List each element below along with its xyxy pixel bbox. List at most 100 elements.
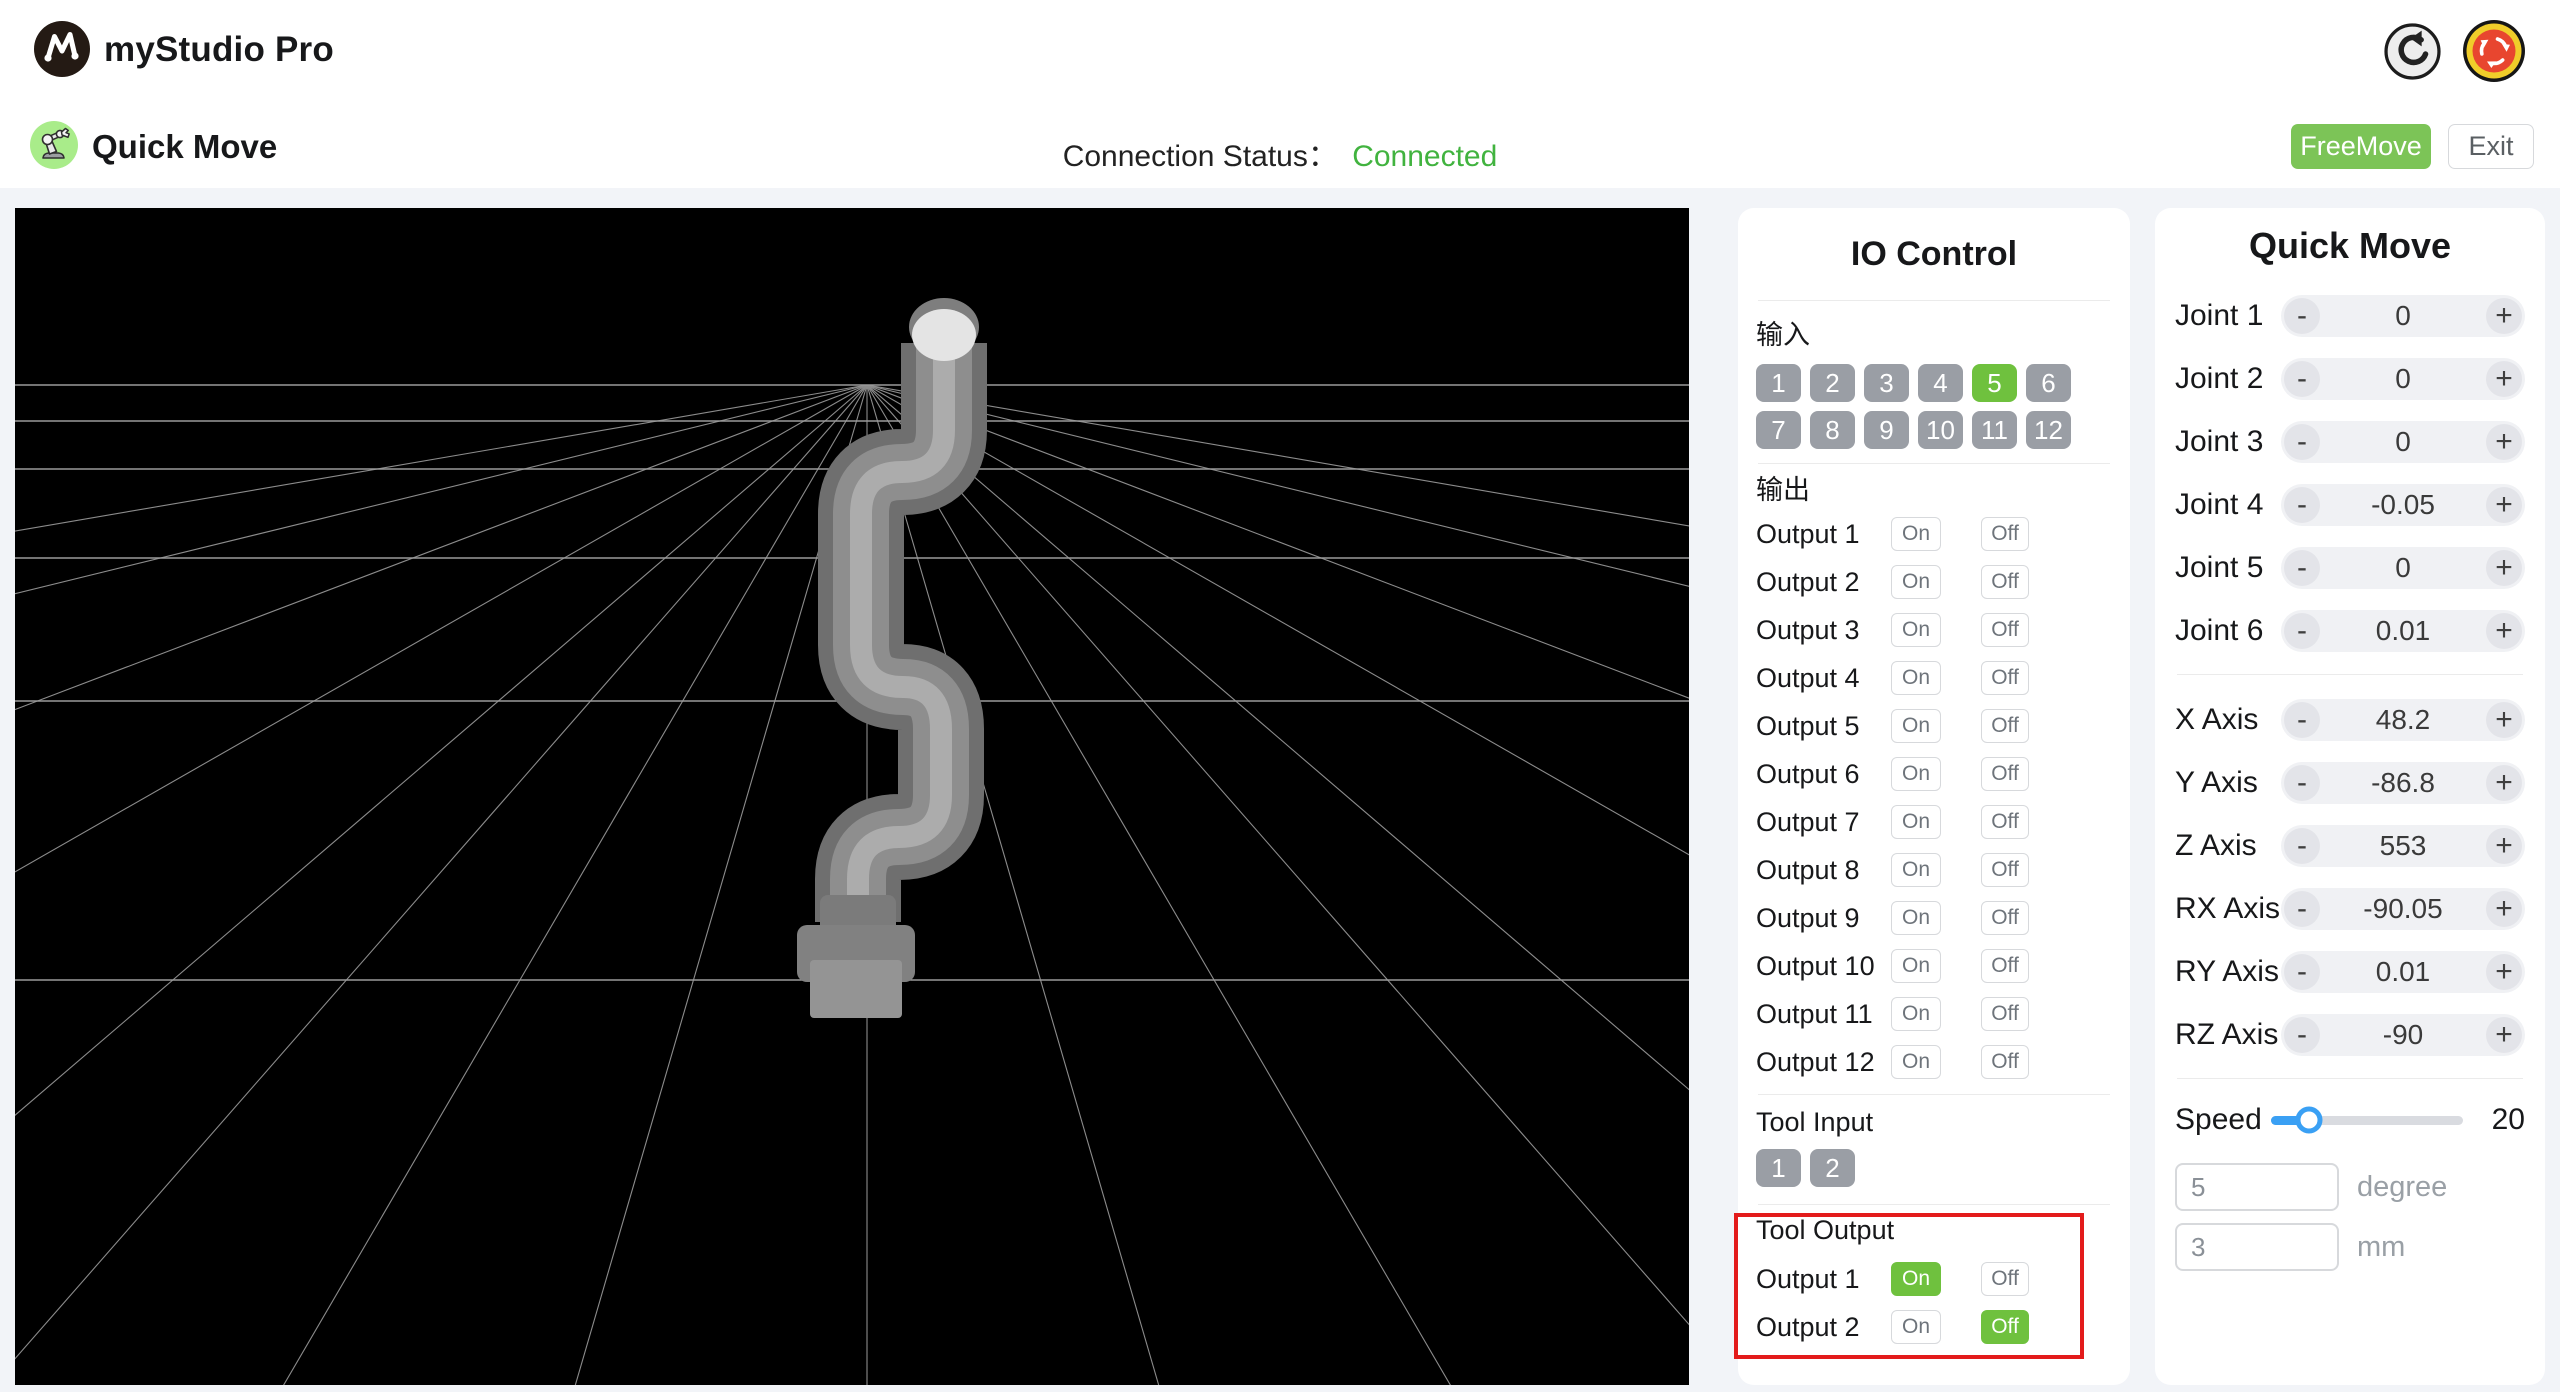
x-axis-plus-button[interactable]: + xyxy=(2486,701,2522,738)
output-row-10: Output 10 On Off xyxy=(1756,942,2112,990)
x-axis-minus-button[interactable]: - xyxy=(2284,701,2320,738)
output-2-off-button[interactable]: Off xyxy=(1981,565,2029,599)
ry-axis-plus-button[interactable]: + xyxy=(2486,953,2522,990)
page-title: Quick Move xyxy=(92,128,278,165)
input-9-button[interactable]: 9 xyxy=(1864,411,1909,449)
mm-step-input[interactable] xyxy=(2175,1223,2339,1271)
joint-3-plus-button[interactable]: + xyxy=(2486,423,2522,460)
input-2-button[interactable]: 2 xyxy=(1810,364,1855,402)
exit-button[interactable]: Exit xyxy=(2448,124,2534,169)
output-2-on-button[interactable]: On xyxy=(1891,565,1941,599)
rz-axis-minus-button[interactable]: - xyxy=(2284,1016,2320,1053)
joint-3-minus-button[interactable]: - xyxy=(2284,423,2320,460)
output-5-off-button[interactable]: Off xyxy=(1981,709,2029,743)
speed-slider-thumb[interactable] xyxy=(2295,1106,2323,1134)
undo-button[interactable] xyxy=(2384,23,2441,83)
output-9-on-button[interactable]: On xyxy=(1891,901,1941,935)
rz-axis-label: RZ Axis xyxy=(2175,1017,2279,1051)
joint-6-stepper: - 0.01 + xyxy=(2281,609,2525,652)
input-12-button[interactable]: 12 xyxy=(2026,411,2071,449)
output-8-on-button[interactable]: On xyxy=(1891,853,1941,887)
joint-4-minus-button[interactable]: - xyxy=(2284,486,2320,523)
output-row-1: Output 1 On Off xyxy=(1756,510,2112,558)
joint-6-row: Joint 6 - 0.01 + xyxy=(2175,599,2525,662)
output-11-off-button[interactable]: Off xyxy=(1981,997,2029,1031)
input-6-button[interactable]: 6 xyxy=(2026,364,2071,402)
joint-2-plus-button[interactable]: + xyxy=(2486,360,2522,397)
rx-axis-stepper: - -90.05 + xyxy=(2281,887,2525,930)
y-axis-plus-button[interactable]: + xyxy=(2486,764,2522,801)
z-axis-minus-button[interactable]: - xyxy=(2284,827,2320,864)
output-5-on-button[interactable]: On xyxy=(1891,709,1941,743)
output-12-on-button[interactable]: On xyxy=(1891,1045,1941,1079)
output-3-label: Output 3 xyxy=(1756,614,1860,645)
tool-output-2-off-button[interactable]: Off xyxy=(1981,1310,2029,1344)
output-7-on-button[interactable]: On xyxy=(1891,805,1941,839)
y-axis-minus-button[interactable]: - xyxy=(2284,764,2320,801)
speed-value: 20 xyxy=(2491,1103,2525,1136)
z-axis-label: Z Axis xyxy=(2175,828,2257,862)
tool-input-1-button[interactable]: 1 xyxy=(1756,1149,1801,1187)
output-row-2: Output 2 On Off xyxy=(1756,558,2112,606)
tool-output-2-on-button[interactable]: On xyxy=(1891,1310,1941,1344)
quick-move-panel: Quick Move Joint 1 - 0 + Joint 2 - 0 + J… xyxy=(2155,208,2545,1385)
brand-logo-icon xyxy=(34,21,90,77)
z-axis-row: Z Axis - 553 + xyxy=(2175,814,2525,877)
speed-slider[interactable] xyxy=(2271,1106,2463,1134)
output-row-3: Output 3 On Off xyxy=(1756,606,2112,654)
output-4-off-button[interactable]: Off xyxy=(1981,661,2029,695)
output-7-label: Output 7 xyxy=(1756,806,1860,837)
output-3-off-button[interactable]: Off xyxy=(1981,613,2029,647)
tool-output-1-on-button[interactable]: On xyxy=(1891,1262,1941,1296)
joint-4-plus-button[interactable]: + xyxy=(2486,486,2522,523)
input-5-button[interactable]: 5 xyxy=(1972,364,2017,402)
degree-step-input[interactable] xyxy=(2175,1163,2339,1211)
tool-output-1-off-button[interactable]: Off xyxy=(1981,1262,2029,1296)
joint-2-minus-button[interactable]: - xyxy=(2284,360,2320,397)
output-4-on-button[interactable]: On xyxy=(1891,661,1941,695)
input-11-button[interactable]: 11 xyxy=(1972,411,2017,449)
output-8-off-button[interactable]: Off xyxy=(1981,853,2029,887)
input-7-button[interactable]: 7 xyxy=(1756,411,1801,449)
joint-1-row: Joint 1 - 0 + xyxy=(2175,284,2525,347)
output-9-off-button[interactable]: Off xyxy=(1981,901,2029,935)
output-12-off-button[interactable]: Off xyxy=(1981,1045,2029,1079)
output-11-label: Output 11 xyxy=(1756,998,1873,1029)
output-10-on-button[interactable]: On xyxy=(1891,949,1941,983)
output-9-label: Output 9 xyxy=(1756,902,1860,933)
input-10-button[interactable]: 10 xyxy=(1918,411,1963,449)
input-4-button[interactable]: 4 xyxy=(1918,364,1963,402)
joint-6-minus-button[interactable]: - xyxy=(2284,612,2320,649)
output-1-off-button[interactable]: Off xyxy=(1981,517,2029,551)
input-3-button[interactable]: 3 xyxy=(1864,364,1909,402)
ry-axis-minus-button[interactable]: - xyxy=(2284,953,2320,990)
joint-5-minus-button[interactable]: - xyxy=(2284,549,2320,586)
emergency-stop-button[interactable] xyxy=(2462,19,2526,86)
output-10-off-button[interactable]: Off xyxy=(1981,949,2029,983)
output-1-on-button[interactable]: On xyxy=(1891,517,1941,551)
joint-6-plus-button[interactable]: + xyxy=(2486,612,2522,649)
output-row-11: Output 11 On Off xyxy=(1756,990,2112,1038)
output-6-on-button[interactable]: On xyxy=(1891,757,1941,791)
freemove-button[interactable]: FreeMove xyxy=(2291,124,2431,169)
rz-axis-plus-button[interactable]: + xyxy=(2486,1016,2522,1053)
rx-axis-plus-button[interactable]: + xyxy=(2486,890,2522,927)
joint-2-value: 0 xyxy=(2395,362,2411,394)
output-3-on-button[interactable]: On xyxy=(1891,613,1941,647)
joint-1-minus-button[interactable]: - xyxy=(2284,297,2320,334)
quick-move-icon xyxy=(30,121,78,169)
robot-3d-viewport[interactable] xyxy=(15,208,1689,1385)
tool-input-2-button[interactable]: 2 xyxy=(1810,1149,1855,1187)
z-axis-plus-button[interactable]: + xyxy=(2486,827,2522,864)
joint-1-plus-button[interactable]: + xyxy=(2486,297,2522,334)
joint-4-row: Joint 4 - -0.05 + xyxy=(2175,473,2525,536)
output-6-off-button[interactable]: Off xyxy=(1981,757,2029,791)
tool-output-2-label: Output 2 xyxy=(1756,1311,1860,1342)
output-11-on-button[interactable]: On xyxy=(1891,997,1941,1031)
input-1-button[interactable]: 1 xyxy=(1756,364,1801,402)
degree-unit-label: degree xyxy=(2357,1170,2448,1203)
output-7-off-button[interactable]: Off xyxy=(1981,805,2029,839)
input-8-button[interactable]: 8 xyxy=(1810,411,1855,449)
joint-5-plus-button[interactable]: + xyxy=(2486,549,2522,586)
rx-axis-minus-button[interactable]: - xyxy=(2284,890,2320,927)
